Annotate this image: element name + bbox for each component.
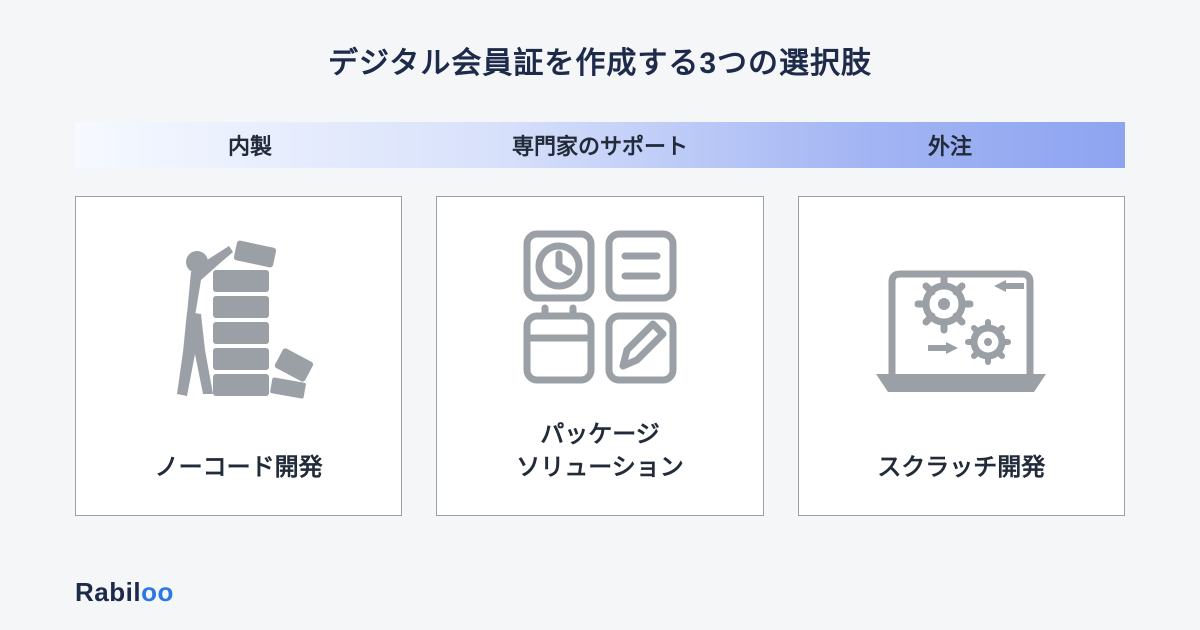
card-caption: ノーコード開発 [155,451,323,485]
card-caption: パッケージ ソリューション [516,418,684,485]
card-caption: スクラッチ開発 [877,451,1045,485]
card-nocode: ノーコード開発 [75,196,402,516]
spectrum-right-label: 外注 [775,129,1125,161]
card-package: パッケージ ソリューション [436,196,763,516]
spectrum-center-label: 専門家のサポート [425,129,775,161]
logo-part1: Rabil [75,577,141,607]
rabiloo-logo: Rabiloo [75,577,174,608]
builder-icon [76,197,401,451]
logo-part2: oo [141,577,174,607]
gears-icon [799,197,1124,451]
spectrum-bar: 内製 専門家のサポート 外注 [75,122,1125,168]
card-scratch: スクラッチ開発 [798,196,1125,516]
apps-icon [437,197,762,418]
spectrum-left-label: 内製 [75,129,425,161]
cards-row: ノーコード開発 [75,196,1125,516]
page-title: デジタル会員証を作成する3つの選択肢 [0,0,1200,82]
